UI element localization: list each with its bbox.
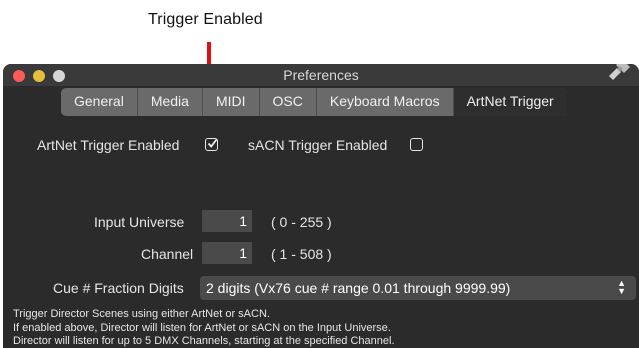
tab-media[interactable]: Media bbox=[138, 88, 203, 116]
tab-osc[interactable]: OSC bbox=[260, 88, 317, 116]
channel-label: Channel bbox=[141, 246, 194, 262]
cue-fraction-digits-value: 2 digits (Vx76 cue # range 0.01 through … bbox=[206, 280, 511, 296]
description-line: Trigger Director Scenes using either Art… bbox=[13, 308, 270, 320]
checkmark-icon bbox=[207, 138, 218, 148]
pin-icon bbox=[609, 64, 630, 80]
tab-midi[interactable]: MIDI bbox=[203, 88, 260, 116]
input-universe-field[interactable]: 1 bbox=[202, 210, 252, 232]
channel-field[interactable]: 1 bbox=[202, 242, 252, 264]
cue-fraction-digits-select[interactable]: 2 digits (Vx76 cue # range 0.01 through … bbox=[200, 276, 636, 300]
preferences-window: Preferences General Media MIDI OSC Keybo… bbox=[3, 64, 639, 348]
sacn-trigger-enabled-label: sACN Trigger Enabled bbox=[248, 137, 388, 153]
input-universe-range: ( 0 - 255 ) bbox=[271, 214, 332, 230]
tab-artnet-trigger[interactable]: ArtNet Trigger bbox=[453, 88, 567, 116]
tab-keyboard-macros[interactable]: Keyboard Macros bbox=[317, 88, 454, 116]
window-title: Preferences bbox=[283, 67, 359, 83]
input-universe-label: Input Universe bbox=[94, 214, 185, 230]
description-line: Director will listen for up to 5 DMX Cha… bbox=[13, 335, 395, 347]
chevron-up-down-icon: ▲ ▼ bbox=[617, 278, 626, 296]
preferences-tab-bar: General Media MIDI OSC Keyboard Macros A… bbox=[61, 88, 567, 116]
description-text: Trigger Director Scenes using either Art… bbox=[13, 308, 395, 348]
annotation-label: Trigger Enabled bbox=[148, 11, 263, 28]
tab-general[interactable]: General bbox=[61, 88, 138, 116]
channel-range: ( 1 - 508 ) bbox=[271, 246, 332, 262]
artnet-trigger-enabled-label: ArtNet Trigger Enabled bbox=[37, 137, 180, 153]
title-bar: Preferences bbox=[3, 64, 639, 86]
description-line: If enabled above, Director will listen f… bbox=[13, 321, 391, 334]
artnet-trigger-enabled-checkbox[interactable] bbox=[205, 138, 218, 151]
sacn-trigger-enabled-checkbox[interactable] bbox=[410, 138, 423, 151]
cue-fraction-digits-label: Cue # Fraction Digits bbox=[53, 280, 184, 296]
